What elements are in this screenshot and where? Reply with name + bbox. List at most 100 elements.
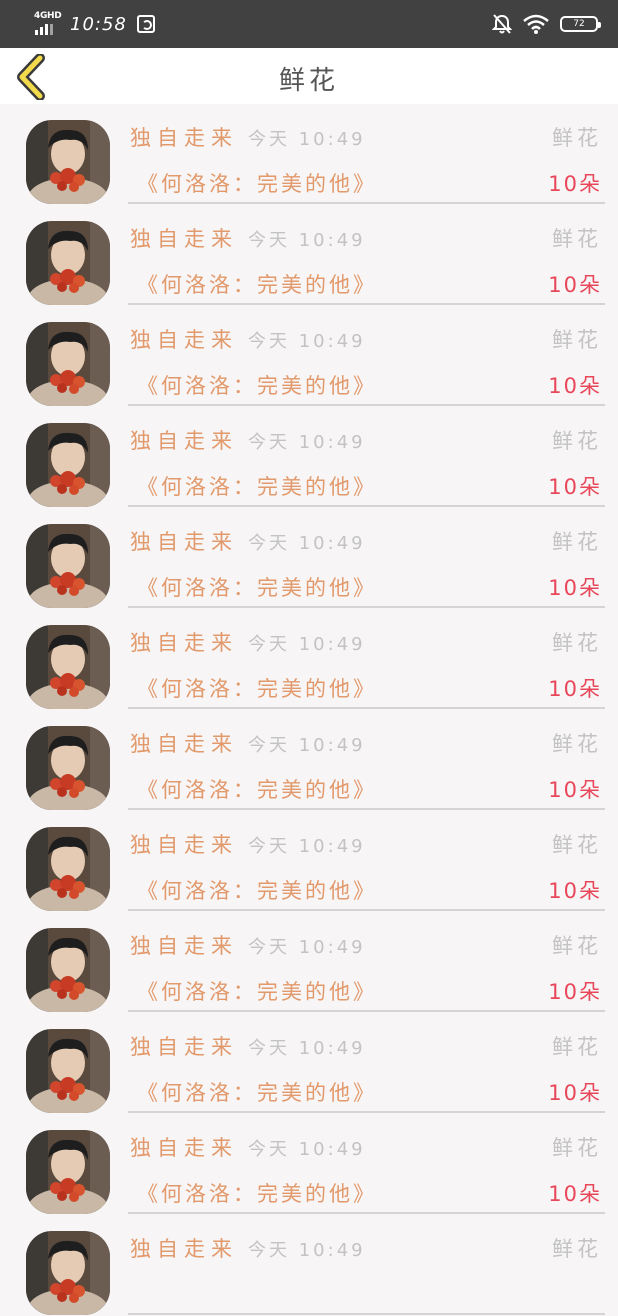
divider (128, 1212, 605, 1214)
gift-amount: 10朵 (548, 475, 602, 499)
avatar-image (26, 1029, 110, 1113)
avatar-image (26, 928, 110, 1012)
signal-icon: 4GHD (34, 11, 62, 37)
book-title[interactable]: 《何洛洛：完美的他》 (137, 1178, 377, 1208)
avatar-image (26, 625, 110, 709)
avatar[interactable] (26, 928, 110, 1012)
list-item[interactable]: 独自走来 今天 10:49 鲜花 《何洛洛：完美的他》 10朵 (0, 710, 618, 811)
avatar[interactable] (26, 726, 110, 810)
list-item[interactable]: 独自走来 今天 10:49 鲜花 《何洛洛：完美的他》 10朵 (0, 811, 618, 912)
user-name: 独自走来 (130, 227, 238, 251)
battery-level: 72 (573, 19, 585, 29)
gift-time: 今天 10:49 (248, 432, 366, 453)
avatar[interactable] (26, 1231, 110, 1315)
gift-amount: 10朵 (548, 980, 602, 1004)
bell-off-icon (492, 14, 512, 34)
book-title[interactable]: 《何洛洛：完美的他》 (137, 1077, 377, 1107)
user-name: 独自走来 (130, 934, 238, 958)
divider (128, 404, 605, 406)
gift-time: 今天 10:49 (248, 331, 366, 352)
avatar-image (26, 524, 110, 608)
gift-type: 鲜花 (552, 328, 602, 352)
avatar[interactable] (26, 625, 110, 709)
avatar-image (26, 423, 110, 507)
divider (128, 1010, 605, 1012)
book-title[interactable]: 《何洛洛：完美的他》 (137, 572, 377, 602)
gift-amount: 10朵 (548, 374, 602, 398)
avatar[interactable] (26, 1029, 110, 1113)
wifi-icon (523, 14, 549, 34)
avatar[interactable] (26, 827, 110, 911)
divider (128, 707, 605, 709)
avatar[interactable] (26, 524, 110, 608)
user-name: 独自走来 (130, 833, 238, 857)
avatar-image (26, 827, 110, 911)
user-name: 独自走来 (130, 1136, 238, 1160)
list-item[interactable]: 独自走来 今天 10:49 鲜花 《何洛洛：完美的他》 10朵 (0, 407, 618, 508)
status-right: 72 (492, 10, 601, 38)
gift-time: 今天 10:49 (248, 634, 366, 655)
gift-type: 鲜花 (552, 1035, 602, 1059)
gift-time: 今天 10:49 (248, 735, 366, 756)
book-title[interactable]: 《何洛洛：完美的他》 (137, 168, 377, 198)
avatar-image (26, 726, 110, 810)
network-type: 4GHD (34, 11, 62, 21)
gift-time: 今天 10:49 (248, 937, 366, 958)
gift-type: 鲜花 (552, 631, 602, 655)
divider (128, 505, 605, 507)
divider (128, 303, 605, 305)
book-title[interactable]: 《何洛洛：完美的他》 (137, 471, 377, 501)
avatar-image (26, 120, 110, 204)
user-name: 独自走来 (130, 631, 238, 655)
gift-list: 独自走来 今天 10:49 鲜花 《何洛洛：完美的他》 10朵 独自走来 今天 … (0, 104, 618, 1316)
gift-time: 今天 10:49 (248, 129, 366, 150)
user-name: 独自走来 (130, 732, 238, 756)
gift-amount: 10朵 (548, 1081, 602, 1105)
status-time: 10:58 (70, 13, 127, 35)
list-item[interactable]: 独自走来 今天 10:49 鲜花 《何洛洛：完美的他》 10朵 (0, 912, 618, 1013)
list-item[interactable]: 独自走来 今天 10:49 鲜花 《何洛洛：完美的他》 10朵 (0, 104, 618, 205)
gift-amount: 10朵 (548, 576, 602, 600)
divider (128, 808, 605, 810)
gift-type: 鲜花 (552, 1136, 602, 1160)
list-item[interactable]: 独自走来 今天 10:49 鲜花 《何洛洛：完美的他》 10朵 (0, 1013, 618, 1114)
book-title[interactable]: 《何洛洛：完美的他》 (137, 875, 377, 905)
gift-type: 鲜花 (552, 934, 602, 958)
avatar[interactable] (26, 1130, 110, 1214)
user-name: 独自走来 (130, 126, 238, 150)
user-name: 独自走来 (130, 530, 238, 554)
book-title[interactable]: 《何洛洛：完美的他》 (137, 673, 377, 703)
list-item[interactable]: 独自走来 今天 10:49 鲜花 《何洛洛：完美的他》 10朵 (0, 306, 618, 407)
user-name: 独自走来 (130, 1237, 238, 1261)
gift-amount: 10朵 (548, 172, 602, 196)
divider (128, 202, 605, 204)
avatar[interactable] (26, 221, 110, 305)
page-title: 鲜花 (278, 66, 339, 96)
divider (128, 606, 605, 608)
user-name: 独自走来 (130, 1035, 238, 1059)
nav-bar: 鲜花 (0, 48, 618, 104)
gift-type: 鲜花 (552, 1237, 602, 1261)
book-title[interactable]: 《何洛洛：完美的他》 (137, 976, 377, 1006)
avatar[interactable] (26, 322, 110, 406)
list-item[interactable]: 独自走来 今天 10:49 鲜花 《何洛洛：完美的他》 10朵 (0, 508, 618, 609)
book-title[interactable]: 《何洛洛：完美的他》 (137, 269, 377, 299)
list-item[interactable]: 独自走来 今天 10:49 鲜花 《何洛洛：完美的他》 10朵 (0, 205, 618, 306)
book-title[interactable]: 《何洛洛：完美的他》 (137, 774, 377, 804)
gift-time: 今天 10:49 (248, 1139, 366, 1160)
gift-time: 今天 10:49 (248, 1038, 366, 1059)
avatar[interactable] (26, 120, 110, 204)
list-item[interactable]: 独自走来 今天 10:49 鲜花 《何洛洛：完美的他》 10朵 (0, 609, 618, 710)
avatar[interactable] (26, 423, 110, 507)
app-notification-icon (136, 15, 155, 33)
list-item[interactable]: 独自走来 今天 10:49 鲜花 《何洛洛：完美的他》 10朵 (0, 1114, 618, 1215)
avatar-image (26, 221, 110, 305)
book-title[interactable]: 《何洛洛：完美的他》 (137, 370, 377, 400)
gift-amount: 10朵 (548, 273, 602, 297)
divider (128, 1313, 605, 1315)
gift-time: 今天 10:49 (248, 1240, 366, 1261)
gift-type: 鲜花 (552, 732, 602, 756)
gift-type: 鲜花 (552, 833, 602, 857)
avatar-image (26, 1231, 110, 1315)
list-item[interactable]: 独自走来 今天 10:49 鲜花 (0, 1215, 618, 1316)
